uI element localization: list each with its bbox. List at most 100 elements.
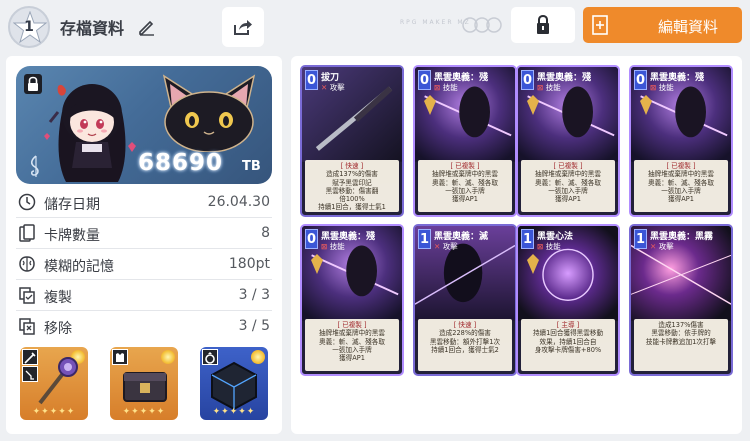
card-cost: 1 bbox=[418, 229, 431, 249]
card-type-label: 攻擊 bbox=[442, 242, 458, 251]
stat-remove: 移除 3 / 5 bbox=[16, 311, 272, 342]
lock-icon bbox=[537, 15, 549, 34]
edit-profile-label: 編輯資料 bbox=[658, 18, 719, 36]
card-text: 抽牌堆或棄牌中的黑雲 奧義：斬、滅、殘各取 一張加入手牌 獲得AP1 bbox=[319, 329, 385, 363]
card-type: ⊠ 技能 bbox=[537, 242, 561, 251]
stat-value: 8 bbox=[261, 225, 270, 241]
card-text: 抽牌堆或棄牌中的黑雲 奧義：斬、滅、殘各取 一張加入手牌 獲得AP1 bbox=[535, 170, 601, 204]
card-type: ✕ 攻擊 bbox=[650, 242, 674, 251]
profile-panel: 68690 TB 儲存日期 26.04.30 卡牌數量 8 模糊的記憶 180p… bbox=[6, 56, 282, 434]
clock-icon bbox=[18, 193, 36, 211]
card-description: [ 主導 ] 持續1回合獲得黑雲移動 效果，持續1回合自 身攻擊卡牌傷害+80% bbox=[521, 319, 615, 371]
brain-icon bbox=[19, 256, 35, 272]
pencil-icon[interactable] bbox=[138, 18, 156, 36]
card-description: [ 已複製 ] 抽牌堆或棄牌中的黑雲 奧義：斬、滅、殘各取 一張加入手牌 獲得A… bbox=[418, 160, 512, 212]
card-black-cloud-mind[interactable]: 1 黑雲心法 ⊠ 技能 [ 主導 ] 持續1回合獲得黑雲移動 效果，持續1回合自… bbox=[516, 224, 620, 376]
rarity-stars: ✦✦✦✦✦ bbox=[32, 407, 76, 417]
copy-icon bbox=[19, 287, 35, 304]
card-draw-blade[interactable]: 0 拔刀 ✕ 攻擊 [ 快速 ] 造成137%的傷害 賦予黑雲印記 黑雲移動：傷… bbox=[300, 65, 404, 217]
card-black-cloud-annihilate[interactable]: 1 黑雲奧義：滅 ✕ 攻擊 [ 快速 ] 造成228%的傷害 黑雲移動：額外打擊… bbox=[413, 224, 517, 376]
black-cat-icon bbox=[162, 74, 256, 152]
remove-icon bbox=[19, 318, 35, 335]
card-description: 造成137%傷害 黑雲移動：依手牌的 技能卡牌數追加1次打擊 bbox=[634, 319, 728, 371]
stat-value: 180pt bbox=[228, 256, 270, 272]
stat-value: 3 / 5 bbox=[238, 318, 270, 334]
card-description: [ 快速 ] 造成228%的傷害 黑雲移動：額外打擊1次 持續1回合，獲得士氣2 bbox=[418, 319, 512, 371]
card-type: ⊠ 技能 bbox=[650, 83, 674, 92]
stat-save-date: 儲存日期 26.04.30 bbox=[16, 187, 272, 218]
card-description: [ 已複製 ] 抽牌堆或棄牌中的黑雲 奧義：斬、滅、殘各取 一張加入手牌 獲得A… bbox=[521, 160, 615, 212]
rings-icon bbox=[462, 17, 502, 33]
card-text: 造成228%的傷害 黑雲移動：額外打擊1次 持續1回合，獲得士氣2 bbox=[429, 329, 501, 354]
brand-text: RPG MAKER MZ bbox=[400, 19, 471, 26]
card-black-cloud-remnant[interactable]: 0 黑雲奧義：殘 ⊠ 技能 [ 已複製 ] 抽牌堆或棄牌中的黑雲 奧義：斬、滅、… bbox=[516, 65, 620, 217]
character-avatar bbox=[44, 84, 136, 182]
card-cost: 0 bbox=[521, 70, 534, 90]
stat-value: 26.04.30 bbox=[207, 194, 270, 210]
card-type-label: 技能 bbox=[329, 242, 345, 251]
header: 1 存檔資料 RPG MAKER MZ 編輯資料 bbox=[0, 0, 750, 52]
card-type: ✕ 攻擊 bbox=[321, 83, 345, 92]
rarity-stars: ✦✦✦✦✦ bbox=[122, 407, 166, 417]
card-description: [ 快速 ] 造成137%的傷害 賦予黑雲印記 黑雲移動：傷害翻 倍100% 持… bbox=[305, 160, 399, 212]
lock-button[interactable] bbox=[511, 7, 575, 43]
card-type: ⊠ 技能 bbox=[434, 83, 458, 92]
stat-value: 3 / 3 bbox=[238, 287, 270, 303]
stat-card-count: 卡牌數量 8 bbox=[16, 218, 272, 249]
rank-number: 1 bbox=[24, 19, 34, 35]
stat-label: 卡牌數量 bbox=[44, 228, 100, 244]
share-button[interactable] bbox=[222, 7, 264, 47]
lock-badge-icon bbox=[24, 74, 42, 94]
card-black-cloud-fog[interactable]: 1 黑雲奧義：黑霧 ✕ 攻擊 造成137%傷害 黑雲移動：依手牌的 技能卡牌數追… bbox=[629, 224, 733, 376]
rank-badge[interactable]: 1 bbox=[8, 6, 50, 48]
card-cost: 0 bbox=[634, 70, 647, 90]
card-description: [ 已複製 ] 抽牌堆或棄牌中的黑雲 奧義：斬、滅、殘各取 一張加入手牌 獲得A… bbox=[634, 160, 728, 212]
gem-icon bbox=[527, 254, 539, 274]
card-black-cloud-remnant[interactable]: 0 黑雲奧義：殘 ⊠ 技能 [ 已複製 ] 抽牌堆或棄牌中的黑雲 奧義：斬、滅、… bbox=[629, 65, 733, 217]
gem-icon bbox=[311, 254, 323, 274]
card-cost: 0 bbox=[305, 229, 318, 249]
gem-icon bbox=[527, 95, 539, 115]
share-icon bbox=[234, 20, 252, 35]
card-text: 造成137%的傷害 賦予黑雲印記 黑雲移動：傷害翻 倍100% 持續1回合，獲得… bbox=[318, 170, 386, 212]
card-text: 持續1回合獲得黑雲移動 效果，持續1回合自 身攻擊卡牌傷害+80% bbox=[532, 329, 604, 354]
stat-label: 儲存日期 bbox=[44, 197, 100, 213]
stat-copy: 複製 3 / 3 bbox=[16, 280, 272, 311]
card-black-cloud-remnant[interactable]: 0 黑雲奧義：殘 ⊠ 技能 [ 已複製 ] 抽牌堆或棄牌中的黑雲 奧義：斬、滅、… bbox=[300, 224, 404, 376]
card-deck-panel: 0 拔刀 ✕ 攻擊 [ 快速 ] 造成137%的傷害 賦予黑雲印記 黑雲移動：傷… bbox=[291, 56, 742, 434]
edit-document-icon bbox=[592, 15, 608, 35]
card-type: ⊠ 技能 bbox=[537, 83, 561, 92]
stat-label: 複製 bbox=[44, 290, 72, 306]
card-type-label: 技能 bbox=[658, 83, 674, 92]
card-type-label: 攻擊 bbox=[658, 242, 674, 251]
money-unit: TB bbox=[242, 159, 261, 174]
card-text: 抽牌堆或棄牌中的黑雲 奧義：斬、滅、殘各取 一張加入手牌 獲得AP1 bbox=[432, 170, 498, 204]
card-black-cloud-remnant[interactable]: 0 黑雲奧義：殘 ⊠ 技能 [ 已複製 ] 抽牌堆或棄牌中的黑雲 奧義：斬、滅、… bbox=[413, 65, 517, 217]
card-type: ✕ 攻擊 bbox=[434, 242, 458, 251]
gem-icon bbox=[424, 95, 436, 115]
card-cost: 0 bbox=[305, 70, 318, 90]
card-cost: 0 bbox=[418, 70, 431, 90]
page-title: 存檔資料 bbox=[60, 19, 125, 38]
card-type-label: 技能 bbox=[545, 83, 561, 92]
card-type-label: 攻擊 bbox=[329, 83, 345, 92]
card-text: 抽牌堆或棄牌中的黑雲 奧義：斬、滅、殘各取 一張加入手牌 獲得AP1 bbox=[648, 170, 714, 204]
stat-label: 移除 bbox=[44, 321, 72, 337]
card-cost: 1 bbox=[634, 229, 647, 249]
stat-label: 模糊的記憶 bbox=[44, 259, 114, 275]
equipment-armor[interactable]: ✦✦✦✦✦ bbox=[110, 347, 178, 420]
card-type-label: 技能 bbox=[545, 242, 561, 251]
profile-banner: 68690 TB bbox=[16, 66, 272, 184]
edit-profile-button[interactable]: 編輯資料 bbox=[583, 7, 742, 43]
equipment-accessory[interactable]: ✦✦✦✦✦ bbox=[200, 347, 268, 420]
cards-icon bbox=[19, 224, 35, 242]
card-description: [ 已複製 ] 抽牌堆或棄牌中的黑雲 奧義：斬、滅、殘各取 一張加入手牌 獲得A… bbox=[305, 319, 399, 371]
card-cost: 1 bbox=[521, 229, 534, 249]
card-text: 造成137%傷害 黑雲移動：依手牌的 技能卡牌數追加1次打擊 bbox=[645, 321, 717, 346]
rarity-stars: ✦✦✦✦✦ bbox=[212, 407, 256, 417]
card-type-label: 技能 bbox=[442, 83, 458, 92]
money-amount: 68690 bbox=[138, 150, 224, 176]
equipment-weapon[interactable]: ✦✦✦✦✦ bbox=[20, 347, 88, 420]
gem-icon bbox=[640, 95, 652, 115]
card-type: ⊠ 技能 bbox=[321, 242, 345, 251]
